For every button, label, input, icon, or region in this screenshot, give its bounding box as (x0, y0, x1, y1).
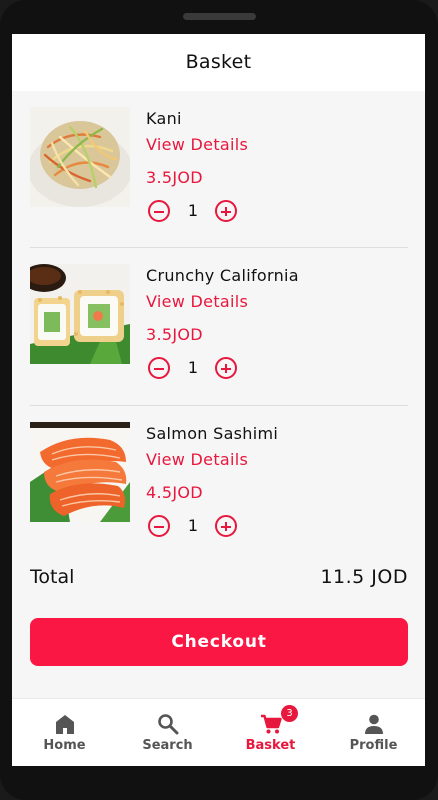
nav-label: Search (142, 738, 193, 753)
nav-item-home[interactable]: Home (13, 699, 116, 766)
phone-frame: Basket Kani View Details 3.5JOD 1 Crunch… (0, 0, 438, 800)
basket-item: Crunchy California View Details 3.5JOD 1 (12, 264, 425, 414)
app-header: Basket (12, 34, 425, 91)
view-details-link[interactable]: View Details (146, 292, 248, 311)
decrease-quantity-button[interactable] (148, 515, 170, 537)
quantity-value: 1 (187, 516, 199, 535)
item-name: Crunchy California (146, 266, 299, 285)
checkout-button[interactable]: Checkout (30, 618, 408, 666)
basket-item: Salmon Sashimi View Details 4.5JOD 1 (12, 422, 425, 572)
speaker-grille (183, 13, 256, 20)
cart-count-badge: 3 (281, 705, 298, 722)
nav-item-basket[interactable]: 3 Basket (219, 699, 322, 766)
minus-icon (154, 525, 164, 528)
view-details-link[interactable]: View Details (146, 450, 248, 469)
divider (30, 405, 408, 406)
nav-label: Home (43, 738, 86, 753)
app-screen: Basket Kani View Details 3.5JOD 1 Crunch… (12, 34, 425, 766)
nav-label: Basket (245, 738, 296, 753)
page-title: Basket (185, 51, 252, 73)
item-price: 4.5JOD (146, 483, 203, 502)
decrease-quantity-button[interactable] (148, 357, 170, 379)
item-price: 3.5JOD (146, 325, 203, 344)
quantity-value: 1 (187, 358, 199, 377)
cart-icon (261, 714, 282, 734)
basket-item: Kani View Details 3.5JOD 1 (12, 107, 425, 257)
item-name: Salmon Sashimi (146, 424, 279, 443)
nav-label: Profile (349, 738, 398, 753)
divider (30, 247, 408, 248)
nav-item-profile[interactable]: Profile (322, 699, 425, 766)
total-label: Total (30, 566, 75, 588)
home-icon (56, 715, 74, 734)
minus-icon (154, 367, 164, 370)
quantity-value: 1 (187, 201, 199, 220)
item-name: Kani (146, 109, 182, 128)
minus-icon (154, 210, 164, 213)
item-price: 3.5JOD (146, 168, 203, 187)
item-image (30, 422, 130, 522)
nav-item-search[interactable]: Search (116, 699, 219, 766)
increase-quantity-button[interactable] (215, 515, 237, 537)
total-value: 11.5 JOD (320, 566, 408, 588)
bottom-navigation: Home Search 3 Basket Profile (12, 698, 425, 766)
item-image (30, 107, 130, 207)
item-image (30, 264, 130, 364)
search-icon (158, 714, 179, 735)
increase-quantity-button[interactable] (215, 357, 237, 379)
person-icon (365, 714, 383, 734)
view-details-link[interactable]: View Details (146, 135, 248, 154)
decrease-quantity-button[interactable] (148, 200, 170, 222)
increase-quantity-button[interactable] (215, 200, 237, 222)
